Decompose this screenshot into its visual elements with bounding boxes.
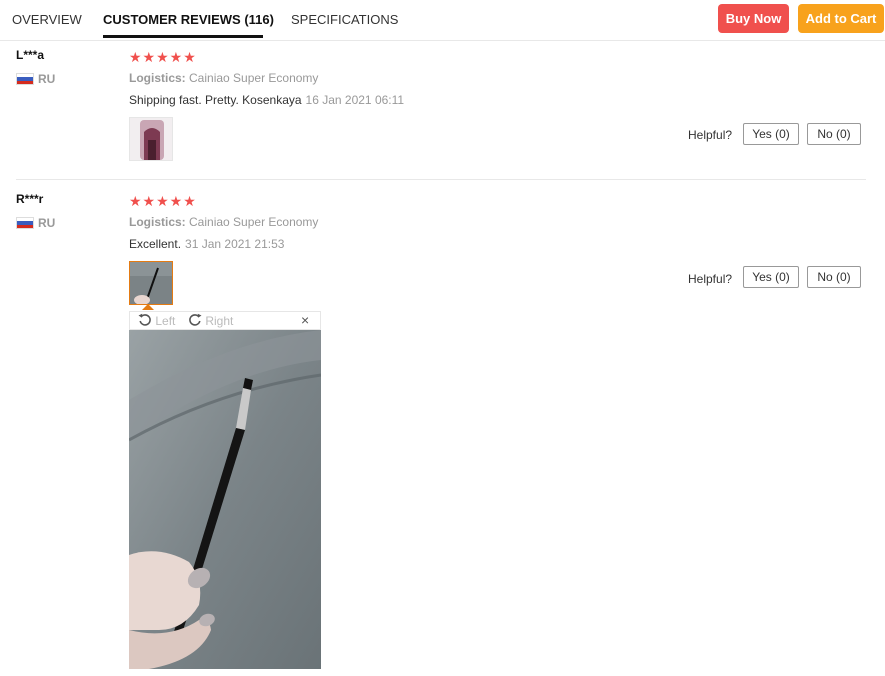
reviewer-name: L***a bbox=[16, 48, 45, 62]
rotate-left-label: Left bbox=[155, 314, 176, 328]
logistics-value: Cainiao Super Economy bbox=[189, 215, 319, 229]
viewer-toolbar: Left Right × bbox=[129, 311, 321, 330]
helpful-yes-button[interactable]: Yes (0) bbox=[743, 123, 799, 145]
review-photo-thumbnail[interactable] bbox=[129, 117, 173, 161]
review-photo-image bbox=[130, 262, 172, 304]
russia-flag-icon bbox=[16, 73, 34, 85]
helpful-label: Helpful? bbox=[688, 128, 733, 142]
review-text: Shipping fast. Pretty. Kosenkaya bbox=[129, 93, 302, 107]
rotate-right-button[interactable]: Right bbox=[188, 313, 233, 328]
review-photo-large-image bbox=[129, 330, 321, 669]
photo-viewer: Left Right × bbox=[129, 304, 321, 669]
add-to-cart-button[interactable]: Add to Cart bbox=[798, 4, 884, 33]
close-icon[interactable]: × bbox=[301, 312, 309, 328]
active-tab-underline bbox=[103, 35, 263, 38]
helpful-yes-button[interactable]: Yes (0) bbox=[743, 266, 799, 288]
reviewer-name: R***r bbox=[16, 192, 44, 206]
review-text: Excellent. bbox=[129, 237, 182, 251]
tab-overview[interactable]: OVERVIEW bbox=[12, 12, 82, 28]
review-body: Excellent. 31 Jan 2021 21:53 bbox=[129, 237, 284, 251]
helpful-label: Helpful? bbox=[688, 272, 733, 286]
review-photo-large bbox=[129, 330, 321, 669]
review-photo-image bbox=[130, 118, 172, 160]
logistics-info: Logistics: Cainiao Super Economy bbox=[129, 215, 318, 229]
logistics-value: Cainiao Super Economy bbox=[189, 71, 319, 85]
tab-bar: OVERVIEW CUSTOMER REVIEWS (116) SPECIFIC… bbox=[0, 0, 885, 41]
reviewer-country: RU bbox=[38, 72, 56, 86]
helpful-no-button[interactable]: No (0) bbox=[807, 266, 861, 288]
reviewer-country: RU bbox=[38, 216, 56, 230]
viewer-pointer bbox=[142, 304, 154, 310]
logistics-label: Logistics: bbox=[129, 215, 186, 229]
star-rating: ★★★★★ bbox=[129, 193, 197, 209]
logistics-label: Logistics: bbox=[129, 71, 186, 85]
rotate-left-button[interactable]: Left bbox=[138, 313, 175, 328]
review-date: 31 Jan 2021 21:53 bbox=[185, 237, 285, 251]
rotate-right-label: Right bbox=[205, 314, 234, 328]
review-photo-thumbnail[interactable] bbox=[129, 261, 173, 305]
logistics-info: Logistics: Cainiao Super Economy bbox=[129, 71, 318, 85]
helpful-no-button[interactable]: No (0) bbox=[807, 123, 861, 145]
review-date: 16 Jan 2021 06:11 bbox=[305, 93, 405, 107]
tab-specifications[interactable]: SPECIFICATIONS bbox=[291, 12, 398, 28]
rotate-right-icon bbox=[189, 313, 202, 326]
rotate-left-icon bbox=[138, 313, 151, 326]
star-rating: ★★★★★ bbox=[129, 49, 197, 65]
tab-customer-reviews[interactable]: CUSTOMER REVIEWS (116) bbox=[103, 12, 274, 28]
review-body: Shipping fast. Pretty. Kosenkaya 16 Jan 2… bbox=[129, 93, 404, 107]
review-divider bbox=[16, 179, 866, 180]
buy-now-button[interactable]: Buy Now bbox=[718, 4, 789, 33]
russia-flag-icon bbox=[16, 217, 34, 229]
